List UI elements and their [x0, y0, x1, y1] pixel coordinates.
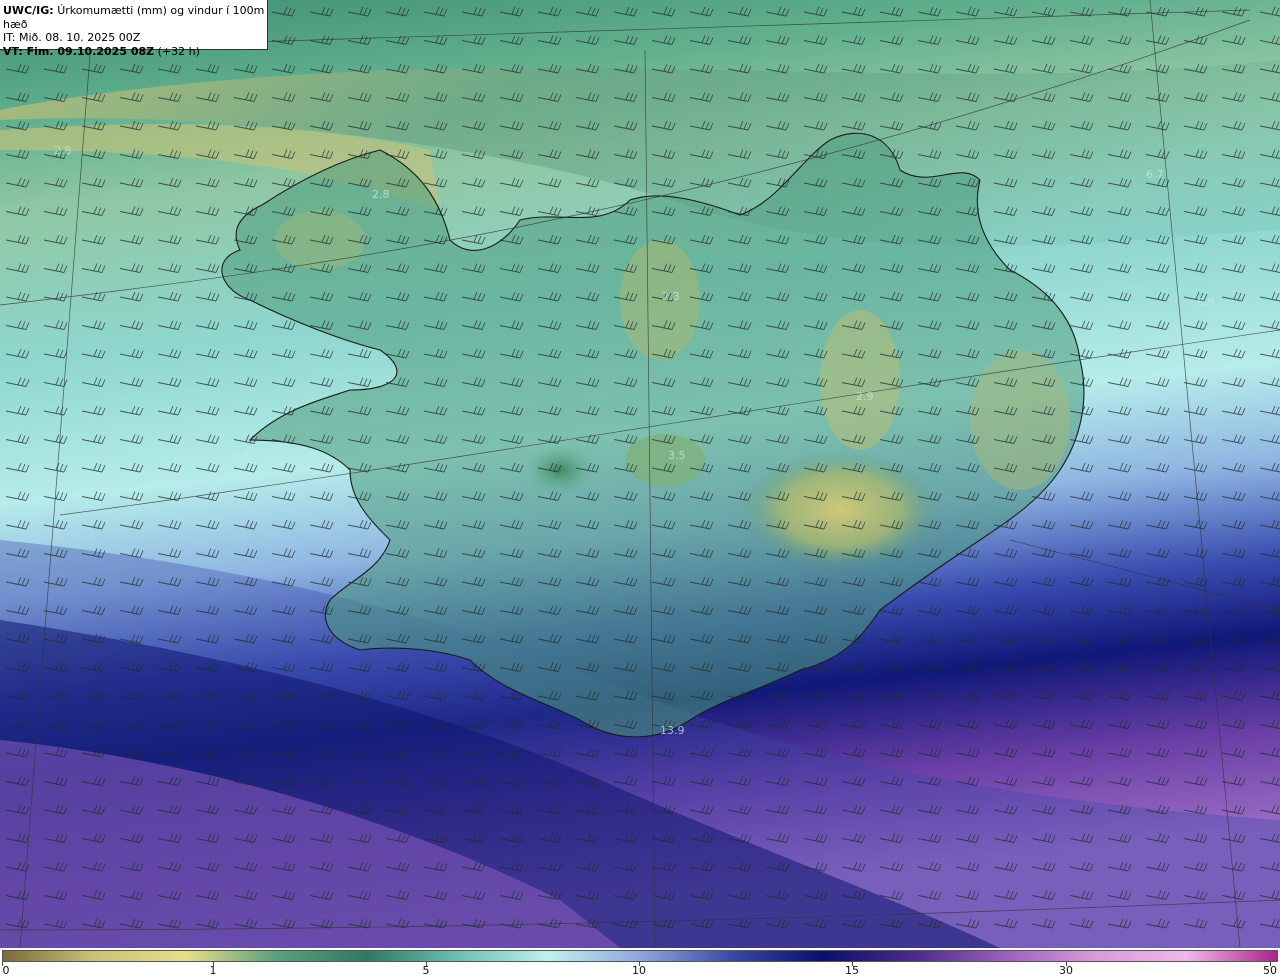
precipitation-map: 2.8 2.8 2.8 6.7 6.9 2.9 3.5 6.1 13.9	[0, 0, 1280, 948]
valid-time: VT: Fim. 09.10.2025 08Z	[3, 44, 155, 58]
value-label-east-highlands: 2.9	[856, 390, 874, 403]
colorbar-tick-label: 30	[1059, 964, 1073, 977]
colorbar-tick-label: 1	[209, 964, 217, 977]
value-label-westfjords: 2.8	[372, 188, 390, 201]
value-label-northeast-sea: 6.7	[1146, 168, 1164, 181]
colorbar-tick-label: 10	[632, 964, 646, 977]
valid-time-line: VT: Fim. 09.10.2025 08Z (+32 h)	[3, 45, 267, 59]
map-header: UWC/IG: Úrkomumætti (mm) og vindur í 100…	[0, 0, 268, 58]
title-line: UWC/IG: Úrkomumætti (mm) og vindur í 100…	[3, 4, 267, 31]
initial-time: IT: Mið. 08. 10. 2025 00Z	[3, 31, 141, 44]
value-label-nw-sea: 2.8	[54, 144, 72, 157]
model-name: UWC/IG:	[3, 4, 54, 17]
colorbar: 0 1 5 10 15 30 50	[0, 948, 1280, 978]
value-label-east-sea: 6.9	[1197, 296, 1215, 309]
value-label-reykjanes: 6.1	[233, 450, 251, 463]
wind-barbs	[0, 0, 1280, 948]
colorbar-strip	[2, 950, 1278, 962]
value-label-south-coast: 13.9	[660, 724, 685, 737]
colorbar-tick-label: 5	[422, 964, 430, 977]
value-label-langjokull: 3.5	[668, 449, 686, 462]
value-label-north-coast: 2.8	[662, 290, 680, 303]
colorbar-tick-label: 0	[2, 964, 10, 977]
colorbar-tick-label: 15	[845, 964, 859, 977]
colorbar-tick-label: 50	[1263, 964, 1277, 977]
lead-time: (+32 h)	[157, 44, 200, 58]
